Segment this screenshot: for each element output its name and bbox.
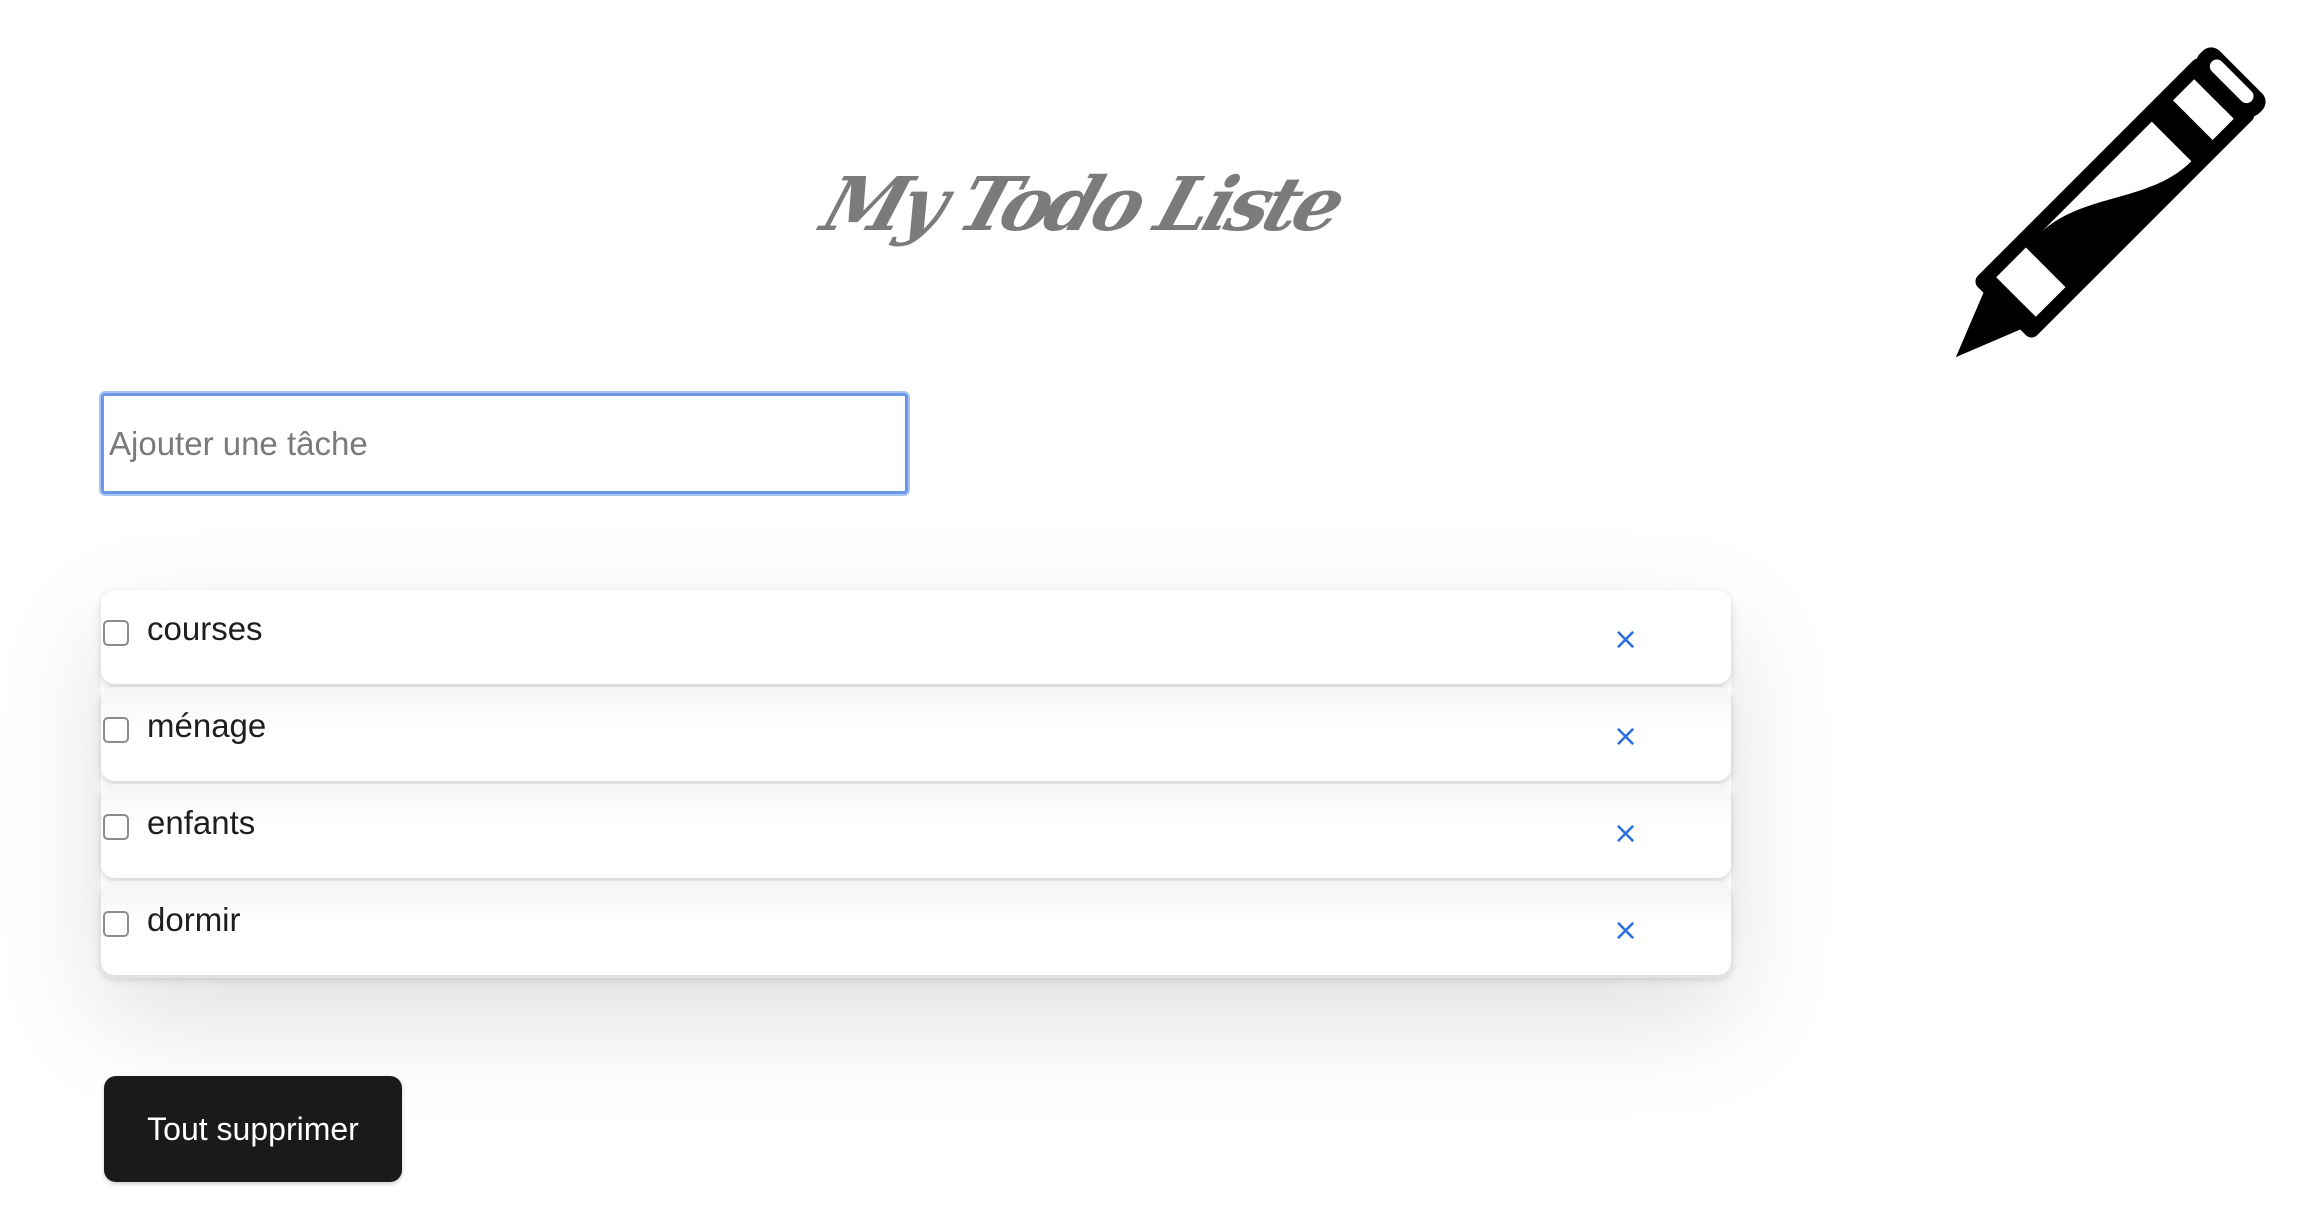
- delete-task-button[interactable]: ×: [1613, 916, 1638, 946]
- list-item: ménage ×: [101, 687, 1731, 781]
- clear-all-button[interactable]: Tout supprimer: [104, 1076, 402, 1182]
- delete-task-button[interactable]: ×: [1613, 722, 1638, 752]
- todo-page: My Todo Liste courses × ménage ×: [0, 0, 2304, 1212]
- list-item: dormir ×: [101, 881, 1731, 975]
- list-item: enfants ×: [101, 784, 1731, 878]
- task-label: enfants: [147, 804, 256, 841]
- pencil-icon: [1955, 47, 2266, 358]
- task-checkbox[interactable]: [103, 717, 129, 743]
- page-title: My Todo Liste: [812, 162, 1352, 248]
- delete-task-button[interactable]: ×: [1613, 819, 1638, 849]
- task-label: courses: [147, 610, 263, 647]
- list-item: courses ×: [101, 590, 1731, 684]
- task-list: courses × ménage × enfants × dormir ×: [101, 590, 1731, 978]
- add-task-input[interactable]: [101, 393, 908, 494]
- task-checkbox[interactable]: [103, 814, 129, 840]
- task-label: ménage: [147, 707, 267, 744]
- task-label: dormir: [147, 901, 241, 938]
- delete-task-button[interactable]: ×: [1613, 625, 1638, 655]
- task-checkbox[interactable]: [103, 620, 129, 646]
- task-checkbox[interactable]: [103, 911, 129, 937]
